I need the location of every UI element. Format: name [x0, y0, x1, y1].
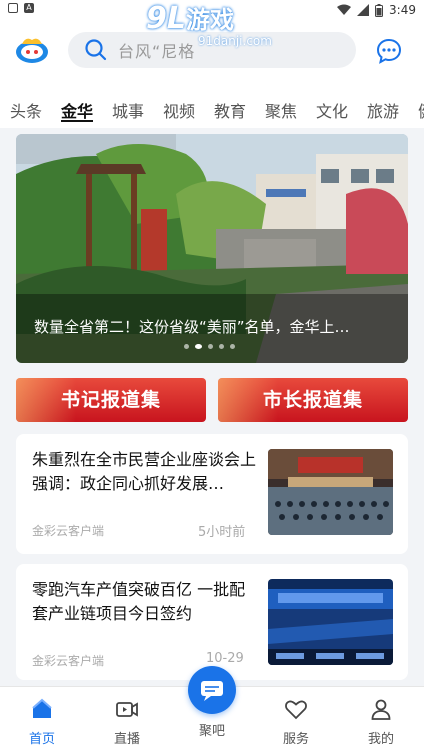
carousel-indicator	[184, 344, 235, 349]
heart-icon	[285, 700, 307, 720]
status-time: 3:49	[389, 3, 416, 17]
search-placeholder: 台风“尼格	[118, 42, 196, 61]
nav-home-label: 首页	[28, 732, 55, 747]
carousel-dot-active	[195, 344, 202, 349]
banner-carousel[interactable]: 数量全省第二！这份省级“美丽”名单，金华上…	[16, 134, 408, 363]
active-tab-indicator	[61, 120, 93, 122]
tab-headlines[interactable]: 头条	[10, 98, 42, 122]
battery-icon	[375, 3, 384, 17]
news-time: 5小时前	[198, 525, 246, 540]
signal-icon	[357, 4, 370, 16]
message-icon[interactable]	[376, 38, 402, 64]
news-time: 10-29	[206, 651, 244, 666]
tab-health[interactable]: 健	[418, 98, 424, 122]
tab-culture[interactable]: 文化	[316, 98, 348, 122]
tab-travel[interactable]: 旅游	[367, 98, 399, 122]
nav-home[interactable]: 首页	[12, 697, 72, 747]
home-icon	[32, 698, 52, 718]
community-center-button[interactable]	[188, 666, 236, 714]
banner-caption[interactable]: 数量全省第二！这份省级“美丽”名单，金华上…	[34, 316, 396, 337]
nav-mine[interactable]: 我的	[351, 697, 411, 747]
carousel-dot	[230, 344, 235, 349]
wifi-icon	[337, 4, 352, 15]
carousel-dot	[208, 344, 213, 349]
news-title[interactable]: 朱重烈在全市民营企业座谈会上强调：政企同心抓好发展…	[32, 448, 260, 496]
user-icon	[371, 699, 391, 720]
secretary-reports-label: 书记报道集	[60, 389, 161, 411]
community-center-label: 聚吧	[198, 724, 225, 739]
news-title[interactable]: 零跑汽车产值突破百亿 一批配套产业链项目今日签约	[32, 578, 260, 626]
site-watermark: 9L游戏 91danji.com	[146, 0, 272, 48]
tab-education[interactable]: 教育	[214, 98, 246, 122]
search-icon	[85, 39, 107, 61]
tab-city[interactable]: 城事	[112, 98, 144, 122]
notification-icon	[8, 3, 18, 13]
news-thumbnail[interactable]	[268, 449, 393, 535]
news-thumbnail[interactable]	[268, 579, 393, 665]
video-icon	[116, 702, 138, 717]
tab-focus[interactable]: 聚焦	[265, 98, 297, 122]
nav-live[interactable]: 直播	[97, 697, 157, 747]
news-card[interactable]: 朱重烈在全市民营企业座谈会上强调：政企同心抓好发展… 金彩云客户端 5小时前	[16, 434, 408, 554]
nav-mine-label: 我的	[367, 732, 394, 747]
nav-live-label: 直播	[113, 732, 140, 747]
watermark-number: 9L	[146, 1, 186, 36]
mayor-reports-button[interactable]: 市长报道集	[218, 378, 408, 422]
watermark-url: 91danji.com	[198, 34, 272, 48]
news-card[interactable]: 零跑汽车产值突破百亿 一批配套产业链项目今日签约 金彩云客户端 10-29	[16, 564, 408, 680]
news-source: 金彩云客户端	[32, 654, 105, 668]
nav-service[interactable]: 服务	[266, 697, 326, 747]
watermark-text: 游戏	[186, 6, 234, 34]
carousel-dot	[184, 344, 189, 349]
app-logo-icon[interactable]	[14, 36, 50, 64]
event-image	[268, 579, 393, 665]
nav-service-label: 服务	[282, 732, 309, 747]
channel-tabs: 头条 金华 城事 视频 教育 聚焦 文化 旅游 健	[0, 78, 424, 128]
mayor-reports-label: 市长报道集	[262, 389, 363, 411]
tab-video[interactable]: 视频	[163, 98, 195, 122]
news-source: 金彩云客户端	[32, 524, 105, 538]
tab-jinhua[interactable]: 金华	[61, 98, 93, 122]
carousel-dot	[219, 344, 224, 349]
secretary-reports-button[interactable]: 书记报道集	[16, 378, 206, 422]
meeting-image	[268, 449, 393, 535]
chat-bubble-icon	[201, 681, 223, 701]
app-notification-icon: A	[24, 3, 34, 13]
